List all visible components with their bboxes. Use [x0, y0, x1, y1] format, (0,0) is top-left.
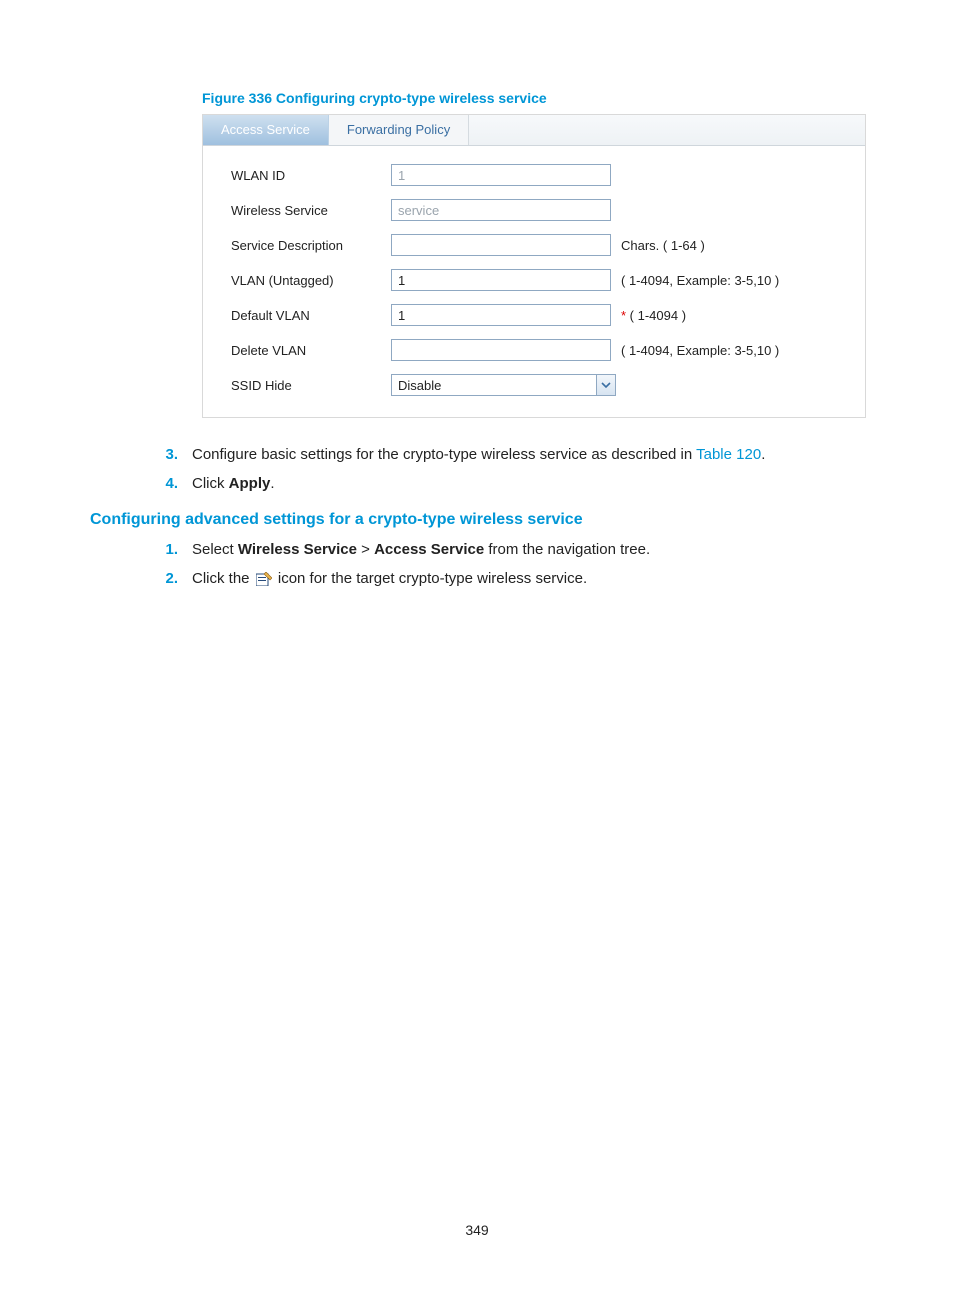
step-4-bold: Apply	[229, 475, 271, 492]
input-default-vlan[interactable]	[391, 304, 611, 326]
input-service-description[interactable]	[391, 234, 611, 256]
step2-2: 2. Click the icon for the target crypto-…	[150, 568, 864, 591]
step-4-pre: Click	[192, 475, 229, 492]
page-number: 349	[0, 1222, 954, 1238]
step2-1-gt: >	[357, 541, 374, 558]
step2-1-c: from the navigation tree.	[484, 541, 650, 558]
figure-caption: Figure 336 Configuring crypto-type wirel…	[202, 90, 864, 106]
step-3-pre: Configure basic settings for the crypto-…	[192, 446, 696, 463]
step-4-post: .	[270, 475, 274, 492]
select-ssid-hide[interactable]: Disable	[391, 374, 616, 396]
form-area: WLAN ID Wireless Service Service Descrip…	[203, 146, 865, 417]
tab-bar: Access Service Forwarding Policy	[203, 115, 865, 146]
steps-first: 3. Configure basic settings for the cryp…	[150, 444, 864, 495]
step2-1-b1: Wireless Service	[238, 541, 357, 558]
step2-2-text: Click the icon for the target crypto-typ…	[192, 568, 587, 591]
step2-2-b: icon for the target crypto-type wireless…	[274, 570, 587, 587]
input-wlan-id[interactable]	[391, 164, 611, 186]
tab-forwarding-policy[interactable]: Forwarding Policy	[329, 115, 469, 145]
step2-1-a: Select	[192, 541, 238, 558]
step-3: 3. Configure basic settings for the cryp…	[150, 444, 864, 467]
row-vlan-untagged: VLAN (Untagged) ( 1-4094, Example: 3-5,1…	[231, 269, 845, 291]
row-wireless-service: Wireless Service	[231, 199, 845, 221]
link-table-120[interactable]: Table 120	[696, 446, 761, 463]
row-delete-vlan: Delete VLAN ( 1-4094, Example: 3-5,10 )	[231, 339, 845, 361]
hint-vlan-untagged: ( 1-4094, Example: 3-5,10 )	[621, 273, 779, 288]
label-default-vlan: Default VLAN	[231, 308, 391, 323]
step-3-text: Configure basic settings for the crypto-…	[192, 444, 765, 467]
step2-2-a: Click the	[192, 570, 254, 587]
label-ssid-hide: SSID Hide	[231, 378, 391, 393]
hint-service-description: Chars. ( 1-64 )	[621, 238, 705, 253]
steps-second: 1. Select Wireless Service > Access Serv…	[150, 539, 864, 590]
input-delete-vlan[interactable]	[391, 339, 611, 361]
label-service-description: Service Description	[231, 238, 391, 253]
hint-delete-vlan: ( 1-4094, Example: 3-5,10 )	[621, 343, 779, 358]
input-vlan-untagged[interactable]	[391, 269, 611, 291]
label-wireless-service: Wireless Service	[231, 203, 391, 218]
step2-1-text: Select Wireless Service > Access Service…	[192, 539, 650, 562]
chevron-down-icon	[596, 375, 615, 395]
screenshot-panel: Access Service Forwarding Policy WLAN ID…	[202, 114, 866, 418]
label-wlan-id: WLAN ID	[231, 168, 391, 183]
step2-1-b2: Access Service	[374, 541, 484, 558]
page: Figure 336 Configuring crypto-type wirel…	[0, 0, 954, 1296]
section-heading: Configuring advanced settings for a cryp…	[90, 511, 864, 529]
hint-default-vlan-text: ( 1-4094 )	[626, 308, 686, 323]
row-default-vlan: Default VLAN * ( 1-4094 )	[231, 304, 845, 326]
step-3-num: 3.	[150, 444, 178, 467]
label-delete-vlan: Delete VLAN	[231, 343, 391, 358]
input-wireless-service[interactable]	[391, 199, 611, 221]
hint-default-vlan: * ( 1-4094 )	[621, 308, 686, 323]
step2-2-num: 2.	[150, 568, 178, 591]
edit-icon	[256, 572, 272, 586]
step2-1: 1. Select Wireless Service > Access Serv…	[150, 539, 864, 562]
select-ssid-hide-value: Disable	[398, 378, 441, 393]
step-4: 4. Click Apply.	[150, 473, 864, 496]
step2-1-num: 1.	[150, 539, 178, 562]
row-ssid-hide: SSID Hide Disable	[231, 374, 845, 396]
step-4-text: Click Apply.	[192, 473, 275, 496]
step-4-num: 4.	[150, 473, 178, 496]
row-wlan-id: WLAN ID	[231, 164, 845, 186]
step-3-post: .	[761, 446, 765, 463]
row-service-description: Service Description Chars. ( 1-64 )	[231, 234, 845, 256]
tab-access-service[interactable]: Access Service	[203, 115, 329, 145]
label-vlan-untagged: VLAN (Untagged)	[231, 273, 391, 288]
